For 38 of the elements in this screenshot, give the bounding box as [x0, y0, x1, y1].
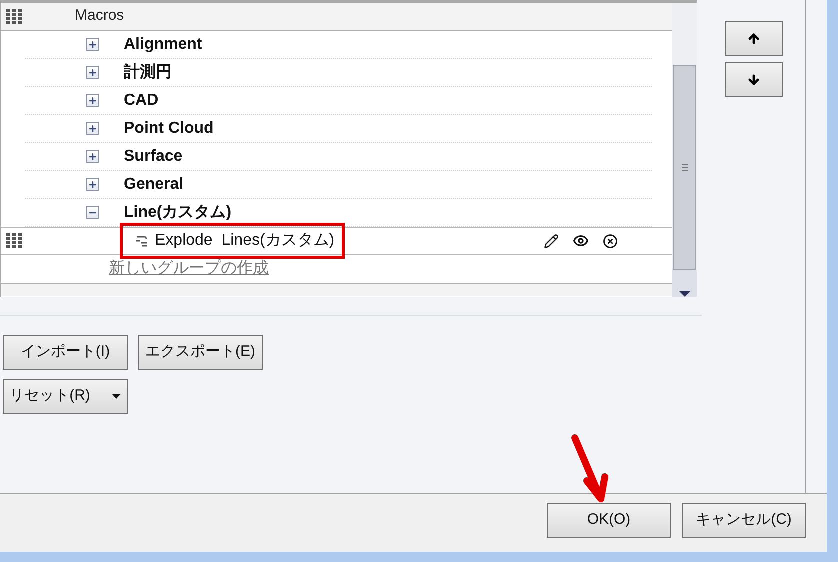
category-label[interactable]: CAD: [124, 88, 159, 112]
grip-icon[interactable]: [5, 8, 23, 26]
category-label[interactable]: 計測円: [124, 60, 172, 84]
group-label: Macros: [75, 6, 124, 26]
collapse-icon[interactable]: [86, 206, 99, 219]
scrollbar[interactable]: [672, 3, 697, 297]
category-label[interactable]: General: [124, 172, 184, 196]
dropdown-button[interactable]: リセット(R): [3, 379, 128, 414]
category-label[interactable]: Point Cloud: [124, 116, 214, 140]
scroll-thumb[interactable]: [673, 65, 696, 270]
visibility-icon[interactable]: [573, 233, 589, 249]
grip-lines-icon: [682, 164, 688, 172]
delete-icon[interactable]: [603, 234, 618, 248]
cancel-button[interactable]: キャンセル(C): [682, 503, 806, 538]
caret-icon: [112, 394, 122, 399]
move-down-button[interactable]: [724, 62, 782, 97]
move-up-button[interactable]: [724, 21, 782, 56]
ok-button[interactable]: OK(O): [547, 503, 671, 538]
expand-icon[interactable]: [86, 38, 99, 51]
group-header[interactable]: Macros: [1, 3, 672, 31]
macro-label: Explode Lines(カスタム): [155, 231, 335, 251]
action-button[interactable]: エクスポート(E): [138, 335, 263, 370]
expand-icon[interactable]: [86, 150, 99, 163]
edit-icon[interactable]: [544, 234, 559, 248]
scroll-down-icon[interactable]: [678, 289, 690, 297]
action-button[interactable]: インポート(I): [3, 335, 128, 370]
macro-icon: [135, 234, 149, 248]
grip-icon[interactable]: [5, 232, 23, 250]
expand-icon[interactable]: [86, 66, 99, 79]
macro-item[interactable]: Explode Lines(カスタム): [135, 229, 335, 253]
category-label[interactable]: Line(カスタム): [124, 200, 232, 224]
expand-icon[interactable]: [86, 122, 99, 135]
category-label[interactable]: Alignment: [124, 32, 202, 56]
expand-icon[interactable]: [86, 94, 99, 107]
new-group-link[interactable]: 新しいグループの作成: [109, 257, 269, 281]
expand-icon[interactable]: [86, 178, 99, 191]
annotation-arrow: [570, 433, 610, 505]
category-label[interactable]: Surface: [124, 144, 183, 168]
